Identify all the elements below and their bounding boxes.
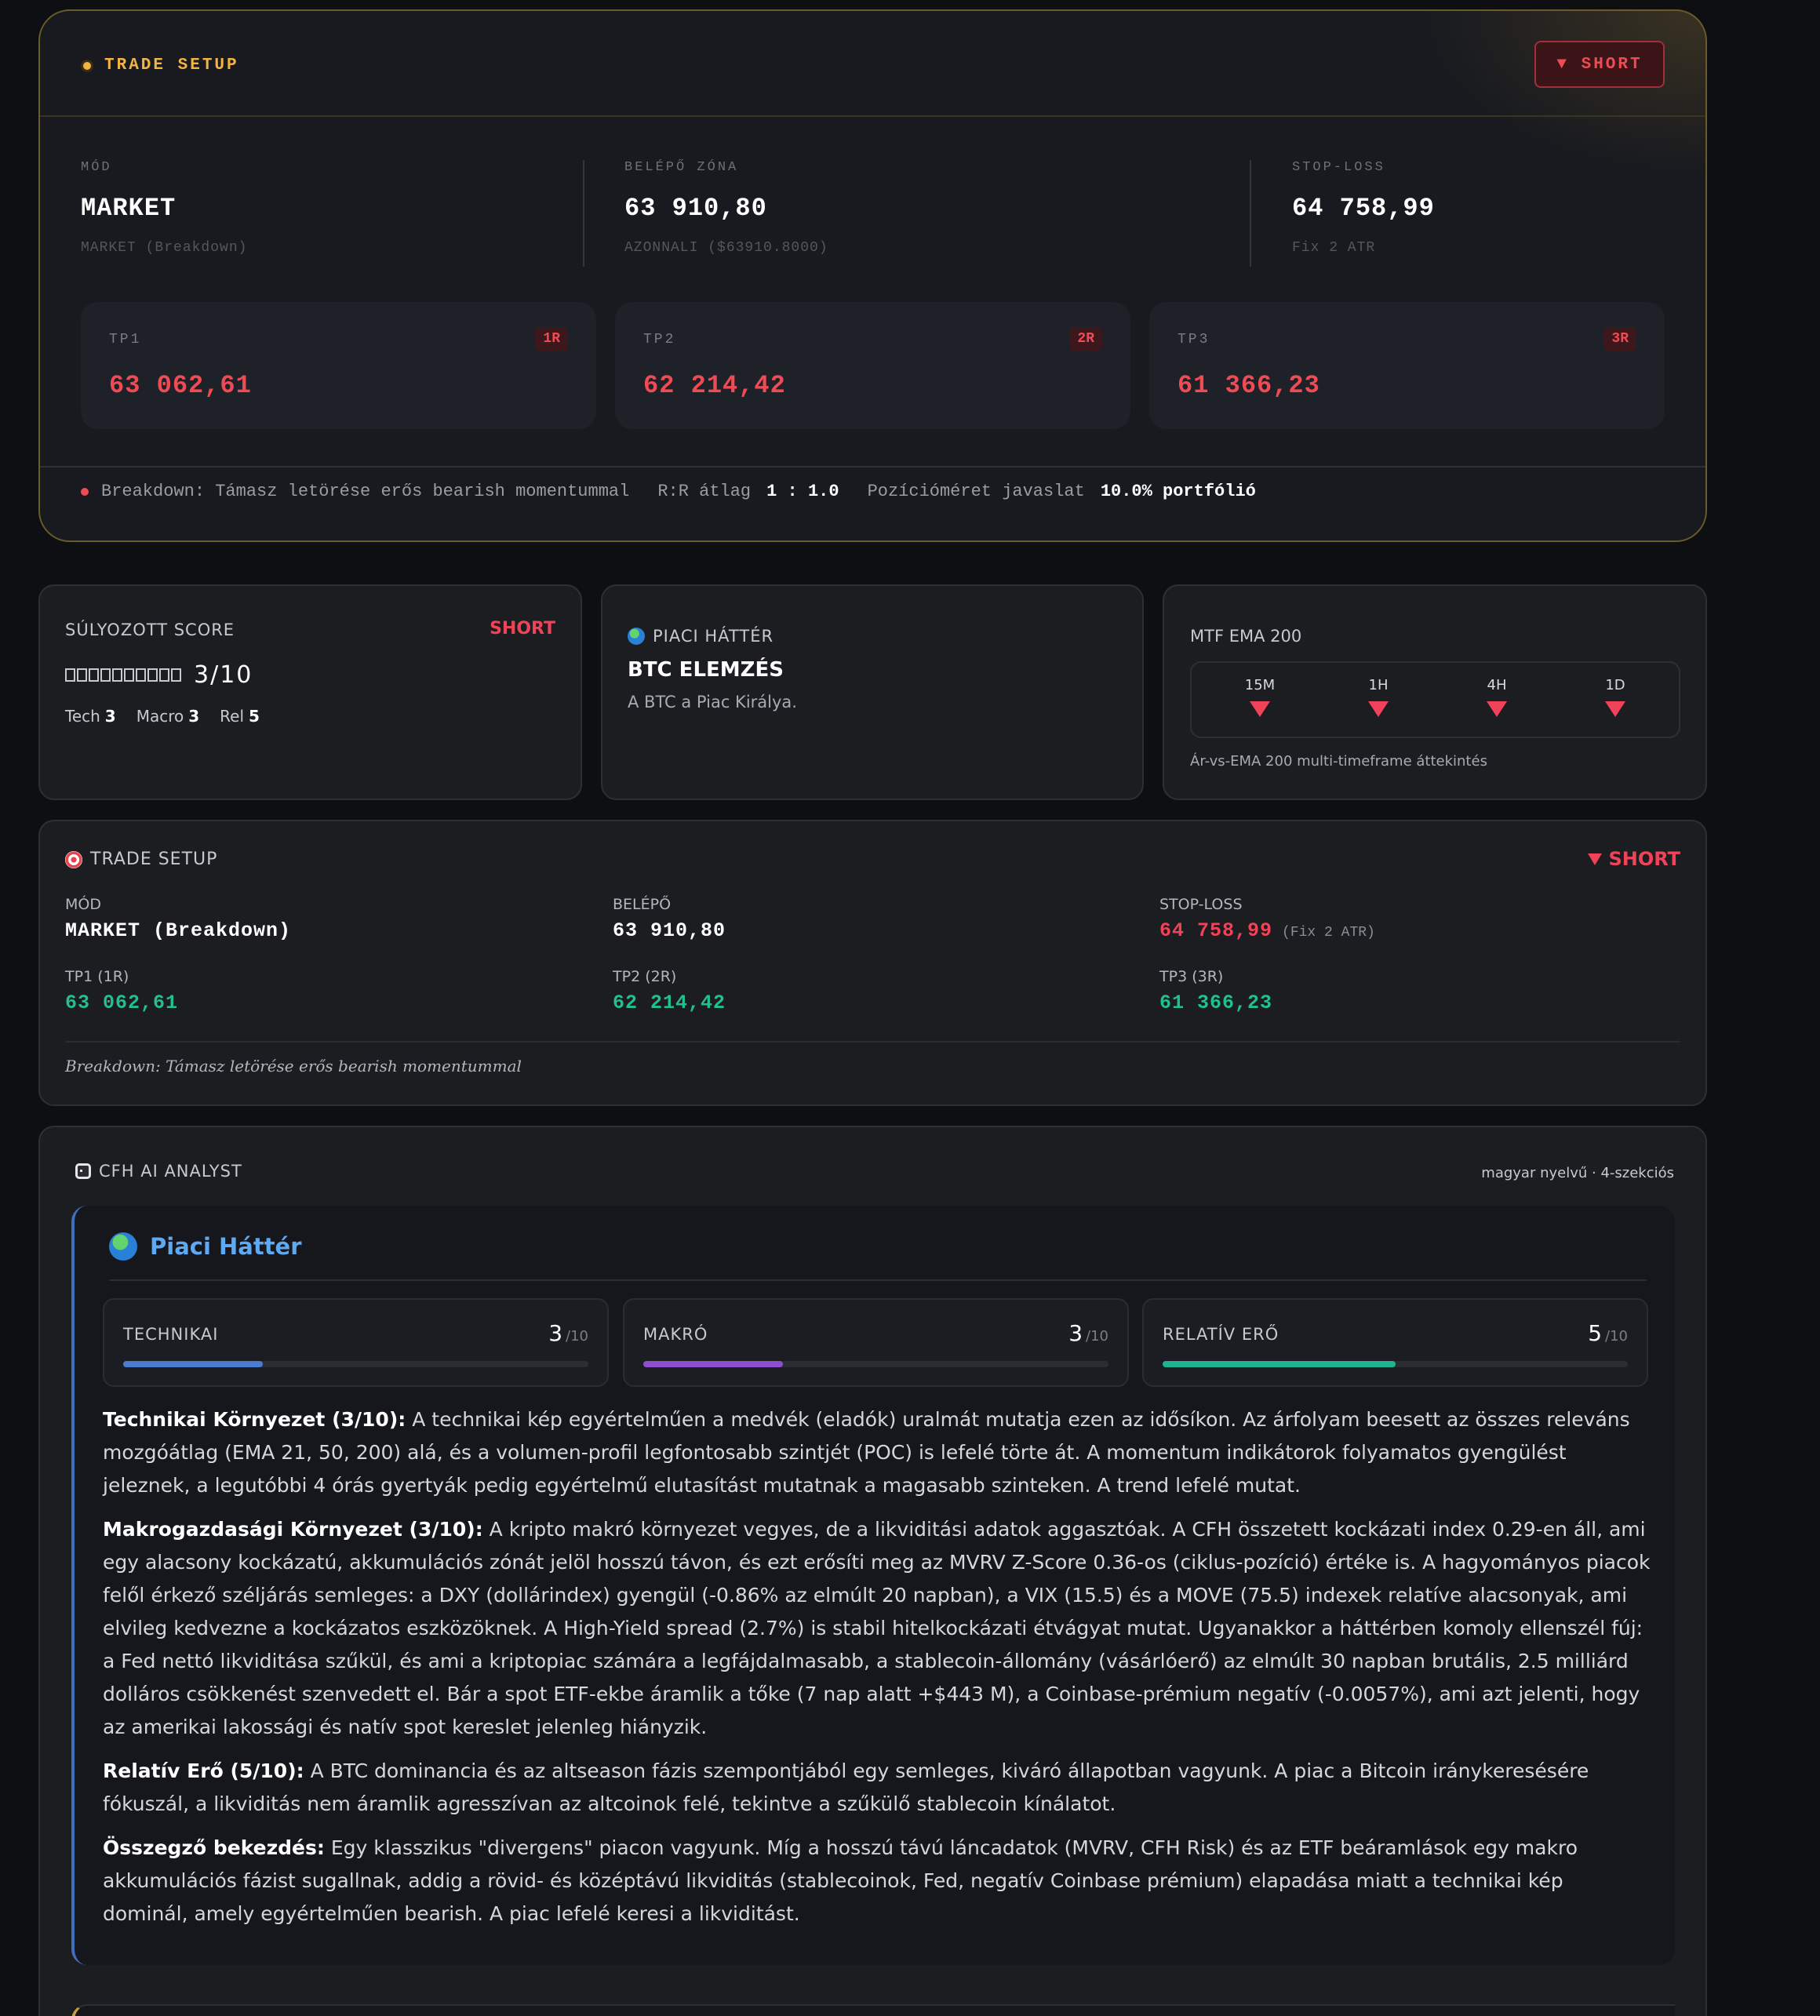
paragraph: Technikai Környezet (3/10): A technikai …	[103, 1408, 1630, 1497]
timeframe-1d: 1D	[1584, 677, 1647, 717]
score-box	[89, 668, 99, 682]
trade-setup-compact-card: TRADE SETUP SHORT MÓD MARKET (Breakdown)…	[38, 820, 1707, 1106]
r-multiple-badge: 3R	[1603, 327, 1636, 351]
down-arrow-icon	[1250, 701, 1270, 717]
metric-technical: TECHNIKAI 3/10	[103, 1298, 609, 1387]
score-box	[171, 668, 181, 682]
progress-fill	[123, 1361, 263, 1367]
progress-track	[1163, 1361, 1628, 1367]
paragraph: Összegző bekezdés: Egy klasszikus "diver…	[103, 1836, 1578, 1925]
status-dot-icon	[81, 59, 93, 72]
red-dot-icon	[81, 487, 89, 496]
progress-fill	[643, 1361, 783, 1367]
divider	[109, 1279, 1647, 1281]
divider	[583, 160, 584, 267]
trade-setup-header: TRADE SETUP ▼ SHORT	[40, 11, 1705, 117]
down-arrow-icon	[1605, 701, 1625, 717]
timeframe-1h: 1H	[1347, 677, 1410, 717]
paragraph: Relatív Erő (5/10): A BTC dominancia és …	[103, 1759, 1589, 1815]
tp3-field: TP3 (3R) 61 366,23	[1159, 968, 1273, 1014]
tp1-card: TP1 1R 63 062,61	[81, 302, 596, 429]
divider	[1250, 160, 1251, 267]
mtf-ema-card: MTF EMA 200 15M 1H 4H 1D Ár-vs-EMA 200 m…	[1163, 584, 1707, 800]
target-icon	[65, 850, 82, 868]
r-multiple-badge: 2R	[1069, 327, 1102, 351]
analysis-section-market: Piaci Háttér TECHNIKAI 3/10 MAKRÓ 3/10 R…	[71, 1206, 1675, 1965]
score-box	[77, 668, 87, 682]
entry-zone-field: BELÉPŐ ZÓNA 63 910,80 AZONNALI ($63910.8…	[624, 160, 828, 256]
direction-badge[interactable]: ▼ SHORT	[1534, 41, 1665, 88]
ai-analyst-card: CFH AI ANALYST magyar nyelvű · 4-szekció…	[38, 1126, 1707, 2016]
next-analysis-section	[71, 2004, 1675, 2016]
tp1-field: TP1 (1R) 63 062,61	[65, 968, 179, 1014]
metric-macro: MAKRÓ 3/10	[623, 1298, 1129, 1387]
progress-track	[643, 1361, 1108, 1367]
score-breakdown: Tech 3 Macro 3 Rel 5	[65, 707, 260, 726]
progress-fill	[1163, 1361, 1396, 1367]
trade-setup-footer: Breakdown: Támasz letörése erős bearish …	[81, 482, 1256, 501]
trade-setup-panel: TRADE SETUP ▼ SHORT MÓD MARKET MARKET (B…	[38, 9, 1707, 542]
score-box	[100, 668, 111, 682]
trade-setup-title: TRADE SETUP	[81, 56, 239, 75]
score-box	[159, 668, 169, 682]
divider	[65, 1041, 1680, 1043]
tp2-field: TP2 (2R) 62 214,42	[613, 968, 726, 1014]
score-box	[112, 668, 122, 682]
globe-icon	[109, 1232, 137, 1261]
footer-divider	[40, 466, 1705, 468]
timeframe-grid: 15M 1H 4H 1D	[1190, 661, 1680, 738]
down-arrow-icon	[1368, 701, 1389, 717]
mode-field: MÓD MARKET (Breakdown)	[65, 896, 292, 942]
robot-icon	[75, 1163, 91, 1179]
stop-loss-field: STOP-LOSS 64 758,99 (Fix 2 ATR)	[1159, 896, 1375, 942]
direction-label: SHORT	[490, 619, 555, 639]
weighted-score-card: SÚLYOZOTT SCORE SHORT 3/10 Tech 3 Macro 3 …	[38, 584, 582, 800]
direction-label: SHORT	[1588, 848, 1680, 870]
market-background-card: PIACI HÁTTÉR BTC ELEMZÉS A BTC a Piac Ki…	[601, 584, 1144, 800]
score-box	[136, 668, 146, 682]
progress-track	[123, 1361, 588, 1367]
metric-relative-strength: RELATÍV ERŐ 5/10	[1142, 1298, 1648, 1387]
mode-field: MÓD MARKET MARKET (Breakdown)	[81, 160, 248, 256]
score-box	[147, 668, 158, 682]
entry-field: BELÉPŐ 63 910,80	[613, 896, 726, 942]
stop-loss-field: STOP-LOSS 64 758,99 Fix 2 ATR	[1292, 160, 1435, 256]
score-boxes	[65, 668, 181, 682]
score-box	[124, 668, 134, 682]
timeframe-4h: 4H	[1465, 677, 1528, 717]
tp3-card: TP3 3R 61 366,23	[1149, 302, 1665, 429]
globe-icon	[628, 628, 645, 645]
timeframe-15m: 15M	[1228, 677, 1291, 717]
analysis-text: Technikai Környezet (3/10): A technikai …	[103, 1403, 1652, 1941]
r-multiple-badge: 1R	[535, 327, 568, 351]
down-triangle-icon	[1588, 853, 1603, 865]
score-row: 3/10	[65, 661, 253, 689]
paragraph: Makrogazdasági Környezet (3/10): A kript…	[103, 1518, 1651, 1738]
down-arrow-icon	[1487, 701, 1507, 717]
tp2-card: TP2 2R 62 214,42	[615, 302, 1130, 429]
score-box	[65, 668, 75, 682]
